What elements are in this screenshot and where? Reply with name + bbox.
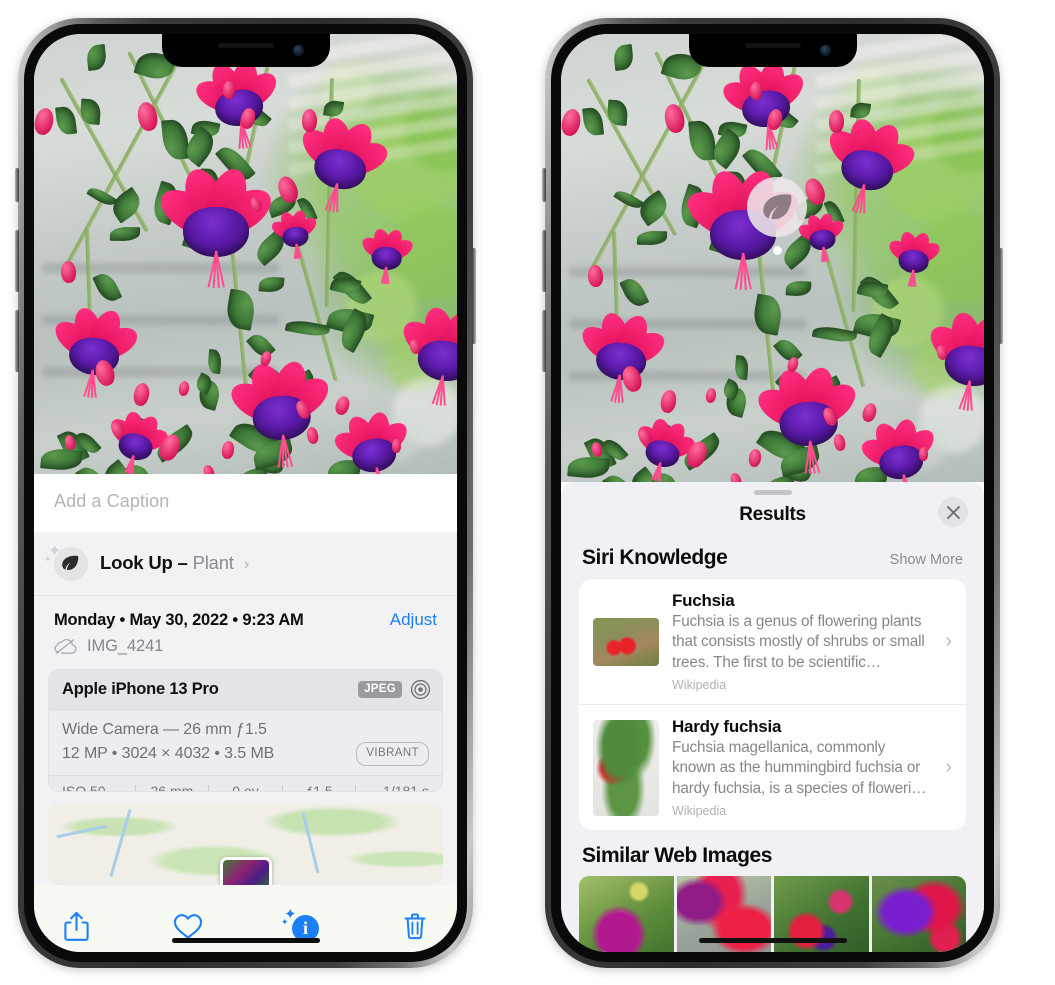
map-photo-pin — [219, 856, 272, 885]
camera-model: Apple iPhone 13 Pro — [62, 680, 219, 698]
adjust-button[interactable]: Adjust — [390, 610, 437, 630]
close-button[interactable] — [938, 497, 968, 527]
exif-iso: ISO 50 — [62, 783, 106, 792]
similar-image-tile[interactable] — [579, 876, 674, 952]
icloud-slash-icon — [54, 638, 77, 655]
result-description: Fuchsia is a genus of flowering plants t… — [672, 613, 925, 671]
look-up-label: Look Up – Plant › — [100, 552, 250, 573]
earpiece-speaker — [744, 43, 801, 48]
sparkle-icon-small: ✦ — [281, 917, 289, 928]
share-button[interactable] — [64, 911, 89, 942]
style-badge: VIBRANT — [356, 742, 429, 767]
silent-switch[interactable] — [542, 168, 546, 202]
exif-row: ISO 50 26 mm 0 ev ƒ1.5 1/181 s — [49, 775, 442, 792]
photo-date-row: Monday • May 30, 2022 • 9:23 AM Adjust — [34, 596, 457, 634]
format-badge: JPEG — [358, 681, 402, 698]
volume-up-button[interactable] — [15, 230, 19, 292]
result-title: Fuchsia — [672, 591, 735, 610]
front-camera-icon — [292, 45, 304, 56]
siri-knowledge-title: Siri Knowledge — [582, 546, 728, 569]
volume-up-button[interactable] — [542, 230, 546, 292]
right-phone-bezel: Results Siri Knowledge Show More Fuchsia… — [551, 24, 994, 962]
list-item[interactable]: Hardy fuchsia Fuchsia magellanica, commo… — [579, 704, 966, 830]
spec-line: 12 MP • 3024 × 4032 • 3.5 MB — [62, 745, 275, 763]
front-camera-icon — [819, 45, 831, 56]
list-item[interactable]: Fuchsia Fuchsia is a genus of flowering … — [579, 579, 966, 704]
close-icon — [946, 505, 960, 519]
location-map[interactable] — [48, 803, 443, 885]
delete-button[interactable] — [403, 912, 427, 940]
exif-shutter: 1/181 s — [383, 783, 429, 792]
siri-knowledge-card: Fuchsia Fuchsia is a genus of flowering … — [579, 579, 966, 831]
results-sheet: Results Siri Knowledge Show More Fuchsia… — [561, 482, 984, 952]
notch — [161, 34, 330, 67]
result-source: Wikipedia — [672, 678, 727, 693]
home-indicator[interactable] — [171, 938, 320, 943]
lens-line: Wide Camera — 26 mm ƒ1.5 — [62, 721, 267, 738]
screenshot-stage: Add a Caption ✦ ✦ Look Up – Plant › Mond… — [0, 0, 1055, 985]
siri-knowledge-header: Siri Knowledge Show More — [561, 540, 984, 579]
camera-body: Wide Camera — 26 mm ƒ1.5 12 MP • 3024 × … — [49, 710, 442, 776]
result-body: Fuchsia Fuchsia is a genus of flowering … — [672, 591, 932, 692]
trash-icon — [404, 913, 426, 940]
result-body: Hardy fuchsia Fuchsia magellanica, commo… — [672, 717, 932, 818]
share-icon — [64, 911, 89, 941]
caption-field[interactable]: Add a Caption — [34, 474, 457, 532]
chevron-right-icon: › — [945, 630, 952, 653]
volume-down-button[interactable] — [15, 310, 19, 372]
leaf-icon — [763, 194, 792, 220]
volume-down-button[interactable] — [542, 310, 546, 372]
exif-focal: 26 mm — [150, 783, 194, 792]
aperture-icon — [410, 679, 431, 700]
visual-look-up-badge[interactable] — [747, 177, 807, 237]
result-thumbnail — [593, 719, 659, 816]
side-power-button[interactable] — [999, 248, 1003, 344]
filename: IMG_4241 — [87, 637, 164, 655]
camera-info-card: Apple iPhone 13 Pro JPEG Wide Camera — 2… — [48, 669, 443, 792]
result-description: Fuchsia magellanica, commonly known as t… — [672, 739, 927, 797]
exif-aperture: ƒ1.5 — [305, 783, 333, 792]
exif-ev: 0 ev — [232, 783, 259, 792]
leaf-icon: ✦ ✦ — [44, 543, 88, 581]
chevron-right-icon: › — [243, 554, 250, 573]
heart-icon — [173, 914, 203, 939]
result-title: Hardy fuchsia — [672, 717, 782, 737]
photo-date: Monday • May 30, 2022 • 9:23 AM — [54, 611, 304, 629]
similar-web-images-header: Similar Web Images — [561, 830, 984, 876]
chevron-right-icon: › — [945, 756, 952, 779]
look-up-subject: Plant — [192, 552, 234, 573]
photo-viewer[interactable] — [34, 34, 457, 474]
results-header: Results — [561, 495, 984, 540]
left-phone-device: Add a Caption ✦ ✦ Look Up – Plant › Mond… — [15, 18, 476, 968]
show-more-button[interactable]: Show More — [890, 552, 963, 568]
notch — [688, 34, 857, 67]
filename-row: IMG_4241 — [34, 634, 457, 669]
earpiece-speaker — [217, 43, 274, 48]
right-phone-screen: Results Siri Knowledge Show More Fuchsia… — [561, 34, 984, 952]
similar-image-tile[interactable] — [871, 876, 966, 952]
side-power-button[interactable] — [472, 248, 476, 344]
spec-line-wrap: 12 MP • 3024 × 4032 • 3.5 MB VIBRANT — [62, 742, 429, 767]
photo-viewer[interactable] — [561, 34, 984, 482]
look-up-anchor-dot — [773, 246, 782, 255]
camera-header: Apple iPhone 13 Pro JPEG — [49, 670, 442, 710]
left-phone-bezel: Add a Caption ✦ ✦ Look Up – Plant › Mond… — [24, 24, 467, 962]
home-indicator[interactable] — [698, 938, 847, 943]
look-up-row[interactable]: ✦ ✦ Look Up – Plant › — [34, 532, 457, 596]
results-title: Results — [739, 504, 806, 525]
result-source: Wikipedia — [672, 804, 727, 819]
similar-web-images-title: Similar Web Images — [582, 844, 772, 868]
result-thumbnail — [593, 617, 659, 666]
right-phone-device: Results Siri Knowledge Show More Fuchsia… — [542, 18, 1003, 968]
photo-info-sheet: Add a Caption ✦ ✦ Look Up – Plant › Mond… — [34, 474, 457, 952]
silent-switch[interactable] — [15, 168, 19, 202]
favorite-button[interactable] — [173, 913, 203, 940]
left-phone-screen: Add a Caption ✦ ✦ Look Up – Plant › Mond… — [34, 34, 457, 952]
